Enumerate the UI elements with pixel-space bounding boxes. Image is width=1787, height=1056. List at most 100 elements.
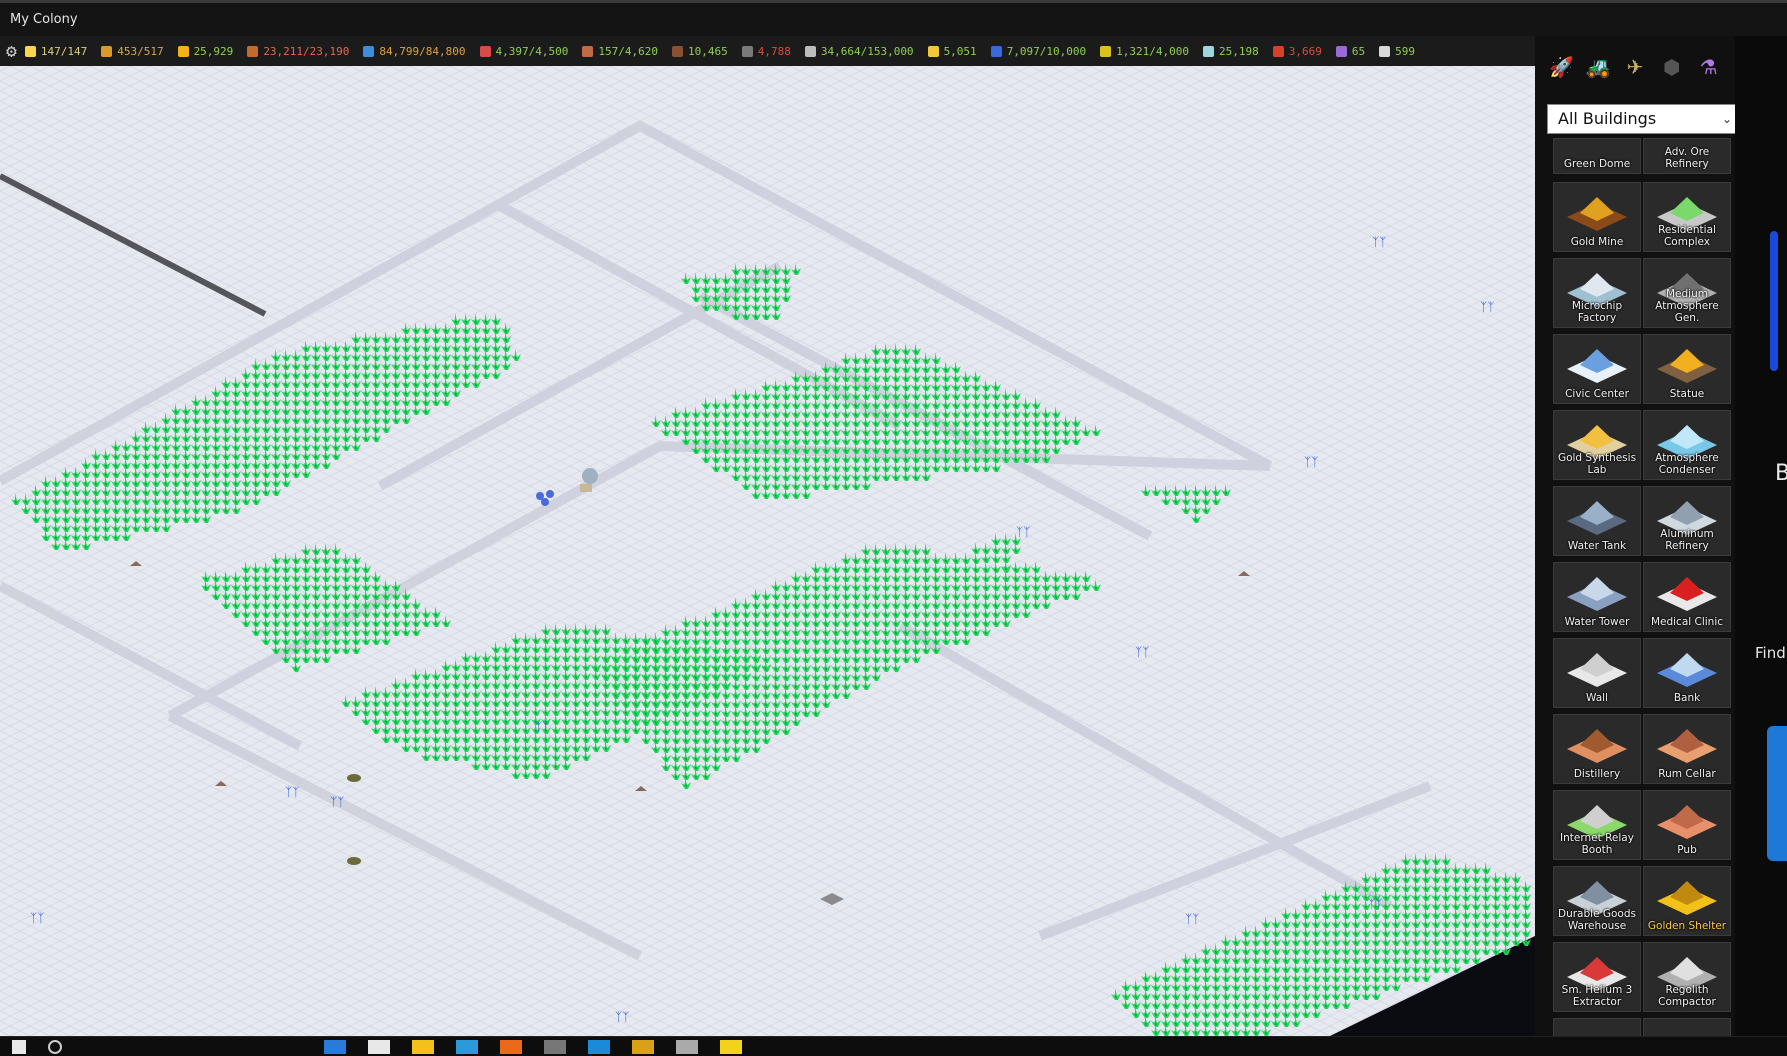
building-card[interactable]: Microchip Factory — [1553, 258, 1641, 328]
secondary-window-edge: Br Find — [1735, 36, 1787, 1036]
edge-text-b: Find — [1755, 644, 1786, 662]
taskbar-app-icon[interactable] — [456, 1039, 478, 1054]
building-card[interactable]: Rum Cellar — [1643, 714, 1731, 784]
search-icon[interactable] — [48, 1039, 62, 1054]
svg-text:ᛉᛉ: ᛉᛉ — [30, 911, 44, 925]
building-label: Aluminum Refinery — [1660, 528, 1714, 552]
resource-value: 23,211/23,190 — [263, 44, 350, 58]
side-scroll-indicator[interactable] — [1770, 231, 1778, 371]
bulldozer-icon[interactable]: 🚜 — [1583, 52, 1613, 82]
building-card[interactable]: Aluminum Refinery — [1643, 486, 1731, 556]
building-card[interactable]: Green Dome — [1553, 138, 1641, 174]
distillery-icon — [1567, 729, 1627, 763]
resource-item[interactable]: 147/147 — [24, 45, 87, 58]
building-card[interactable]: Water Tank — [1553, 486, 1641, 556]
building-label: Adv. Ore Refinery — [1664, 146, 1710, 170]
resource-item[interactable]: 25,198 — [1203, 45, 1259, 58]
building-label: Distillery — [1573, 768, 1621, 780]
svg-text:ᛉᛉ: ᛉᛉ — [535, 720, 549, 734]
building-label: Gold Synthesis Lab — [1557, 452, 1637, 476]
resource-item[interactable]: 10,465 — [671, 44, 728, 58]
taskbar-app-icon[interactable] — [324, 1039, 346, 1054]
building-card[interactable]: Adv. Ore Refinery — [1643, 138, 1731, 174]
building-label: Wall — [1586, 692, 1608, 704]
map-viewport[interactable]: ᛉᛉ ᛉᛉ ᛉᛉ ᛉᛉ ᛉᛉ ᛉᛉ ᛉᛉ ᛉᛉ ᛉᛉ ᛉᛉ ᛉᛉ ᛉᛉ — [0, 66, 1535, 1036]
food-icon — [247, 45, 259, 57]
resource-item[interactable]: 4,397/4,500 — [479, 45, 568, 58]
resource-item[interactable]: 34,664/153,000 — [804, 45, 914, 58]
taskbar-app-icon[interactable] — [500, 1039, 522, 1054]
building-label: Sm. Helium 3 Extractor — [1561, 984, 1633, 1008]
resource-item[interactable]: 65 — [1335, 45, 1365, 58]
plane-icon[interactable]: ✈ — [1620, 52, 1650, 82]
building-card[interactable]: Wall — [1553, 638, 1641, 708]
water-tank-icon — [1567, 501, 1627, 535]
rover-icon[interactable]: 🚀 — [1546, 52, 1576, 82]
building-card[interactable] — [1643, 1018, 1731, 1036]
building-card[interactable]: Gold Mine — [1553, 182, 1641, 252]
building-card[interactable]: Internet Relay Booth — [1553, 790, 1641, 860]
building-card[interactable]: Medium Atmosphere Gen. — [1643, 258, 1731, 328]
building-card[interactable]: Statue — [1643, 334, 1731, 404]
rum-cellar-icon — [1657, 729, 1717, 763]
resource-item[interactable]: 23,211/23,190 — [247, 45, 349, 58]
build-category-tabs: 🚀 🚜 ✈ ⬢ ⚗ — [1535, 36, 1735, 92]
resource-item[interactable]: 84,799/84,800 — [363, 45, 466, 58]
building-label: Medium Atmosphere Gen. — [1655, 288, 1719, 324]
building-card[interactable]: Medical Clinic — [1643, 562, 1731, 632]
resource-item[interactable]: 25,929 — [177, 45, 233, 58]
resource-item[interactable]: 3,669 — [1272, 45, 1322, 58]
resource-item[interactable]: 5,051 — [927, 45, 977, 58]
building-label: Internet Relay Booth — [1560, 832, 1634, 856]
statue-icon — [1657, 349, 1717, 383]
svg-text:ᛉᛉ: ᛉᛉ — [285, 785, 299, 799]
taskbar-app-icon[interactable] — [676, 1039, 698, 1054]
isometric-map[interactable]: ᛉᛉ ᛉᛉ ᛉᛉ ᛉᛉ ᛉᛉ ᛉᛉ ᛉᛉ ᛉᛉ ᛉᛉ ᛉᛉ ᛉᛉ ᛉᛉ — [0, 66, 1535, 1036]
building-card[interactable]: Civic Center — [1553, 334, 1641, 404]
building-card[interactable]: Golden Shelter — [1643, 866, 1731, 936]
window-title: My Colony — [10, 12, 78, 27]
building-card[interactable]: Regolith Compactor — [1643, 942, 1731, 1012]
building-card[interactable]: Bank — [1643, 638, 1731, 708]
settings-gear-icon[interactable]: ⚙ — [6, 41, 17, 62]
water-drop-icon — [363, 45, 375, 57]
building-card[interactable]: Water Tower — [1553, 562, 1641, 632]
gold-mine-icon — [1567, 197, 1627, 231]
building-label: Green Dome — [1563, 158, 1631, 170]
flask-icon[interactable]: ⚗ — [1694, 52, 1724, 82]
population-icon — [479, 45, 491, 57]
edge-blue-button[interactable] — [1767, 726, 1787, 861]
svg-text:ᛉᛉ: ᛉᛉ — [1480, 300, 1494, 314]
pen-icon — [804, 45, 816, 57]
taskbar-app-icon[interactable] — [632, 1039, 654, 1054]
taskbar-app-icon[interactable] — [412, 1039, 434, 1054]
resource-item[interactable]: 4,788 — [741, 45, 791, 58]
building-card[interactable]: Atmosphere Condenser — [1643, 410, 1731, 480]
resource-item[interactable]: 157/4,620 — [582, 45, 658, 58]
wall-icon — [1567, 653, 1627, 687]
building-card[interactable]: Sm. Helium 3 Extractor — [1553, 942, 1641, 1012]
start-icon[interactable] — [12, 1039, 26, 1054]
building-card[interactable]: Pub — [1643, 790, 1731, 860]
os-taskbar — [0, 1036, 1787, 1056]
cube-icon[interactable]: ⬢ — [1657, 52, 1687, 82]
taskbar-app-icon[interactable] — [588, 1039, 610, 1054]
building-card[interactable]: Gold Synthesis Lab — [1553, 410, 1641, 480]
taskbar-app-icon[interactable] — [720, 1039, 742, 1054]
taskbar-app-icon[interactable] — [368, 1039, 390, 1054]
resource-item[interactable]: 599 — [1379, 45, 1415, 58]
cone-icon — [582, 45, 594, 57]
building-filter-select[interactable]: All Buildings ⌄ — [1547, 104, 1735, 134]
taskbar-app-icon[interactable] — [544, 1039, 566, 1054]
pickaxe-icon — [101, 45, 113, 57]
building-card[interactable]: Distillery — [1553, 714, 1641, 784]
building-card[interactable]: Durable Goods Warehouse — [1553, 866, 1641, 936]
building-card[interactable]: Residential Complex — [1643, 182, 1731, 252]
resource-item[interactable]: 7,097/10,000 — [990, 45, 1086, 58]
resource-value: 10,465 — [687, 44, 728, 58]
resource-item[interactable]: 453/517 — [101, 45, 164, 58]
bank-icon — [1379, 45, 1391, 57]
resource-item[interactable]: 1,321/4,000 — [1100, 45, 1189, 58]
resource-list: 147/147 453/517 25,929 23,211/23,190 84,799/… — [24, 44, 1429, 58]
building-card[interactable] — [1553, 1018, 1641, 1036]
